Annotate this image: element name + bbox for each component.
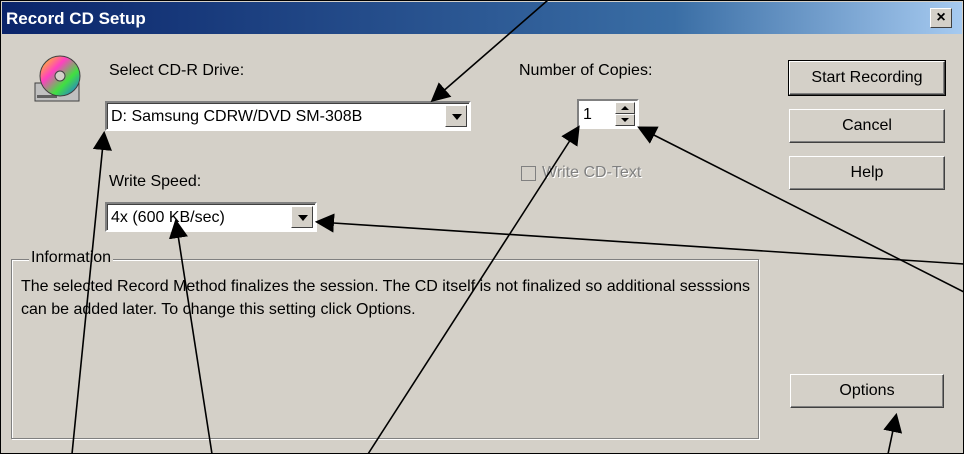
information-title: Information — [29, 249, 114, 267]
close-icon: × — [936, 9, 946, 26]
options-button[interactable]: Options — [790, 374, 944, 408]
chevron-down-icon[interactable] — [291, 206, 313, 228]
help-button[interactable]: Help — [789, 156, 945, 190]
cd-drive-icon — [34, 55, 81, 102]
copies-spinner[interactable]: 1 — [577, 99, 639, 129]
write-cd-text-checkbox[interactable] — [521, 166, 536, 181]
spin-up-button[interactable] — [615, 102, 635, 114]
speed-value: 4x (600 KB/sec) — [111, 209, 225, 226]
start-recording-button[interactable]: Start Recording — [788, 60, 946, 96]
copies-label: Number of Copies: — [519, 62, 653, 79]
spin-down-button[interactable] — [615, 114, 635, 126]
record-cd-setup-dialog: Record CD Setup × Select CD-R Drive: D: … — [0, 0, 964, 454]
chevron-down-icon[interactable] — [445, 105, 467, 127]
copies-value: 1 — [583, 106, 592, 123]
drive-label: Select CD-R Drive: — [109, 62, 245, 79]
speed-select[interactable]: 4x (600 KB/sec) — [105, 202, 317, 232]
speed-label: Write Speed: — [109, 173, 202, 190]
write-cd-text-label: Write CD-Text — [542, 164, 642, 181]
spinner-arrows-icon[interactable] — [615, 102, 635, 126]
window-title: Record CD Setup — [6, 9, 146, 28]
drive-value: D: Samsung CDRW/DVD SM-308B — [111, 108, 363, 125]
title-bar[interactable]: Record CD Setup × — [2, 2, 962, 34]
drive-select[interactable]: D: Samsung CDRW/DVD SM-308B — [105, 101, 471, 131]
cancel-button[interactable]: Cancel — [789, 109, 945, 143]
information-text: The selected Record Method finalizes the… — [21, 278, 750, 318]
close-button[interactable]: × — [930, 8, 952, 28]
